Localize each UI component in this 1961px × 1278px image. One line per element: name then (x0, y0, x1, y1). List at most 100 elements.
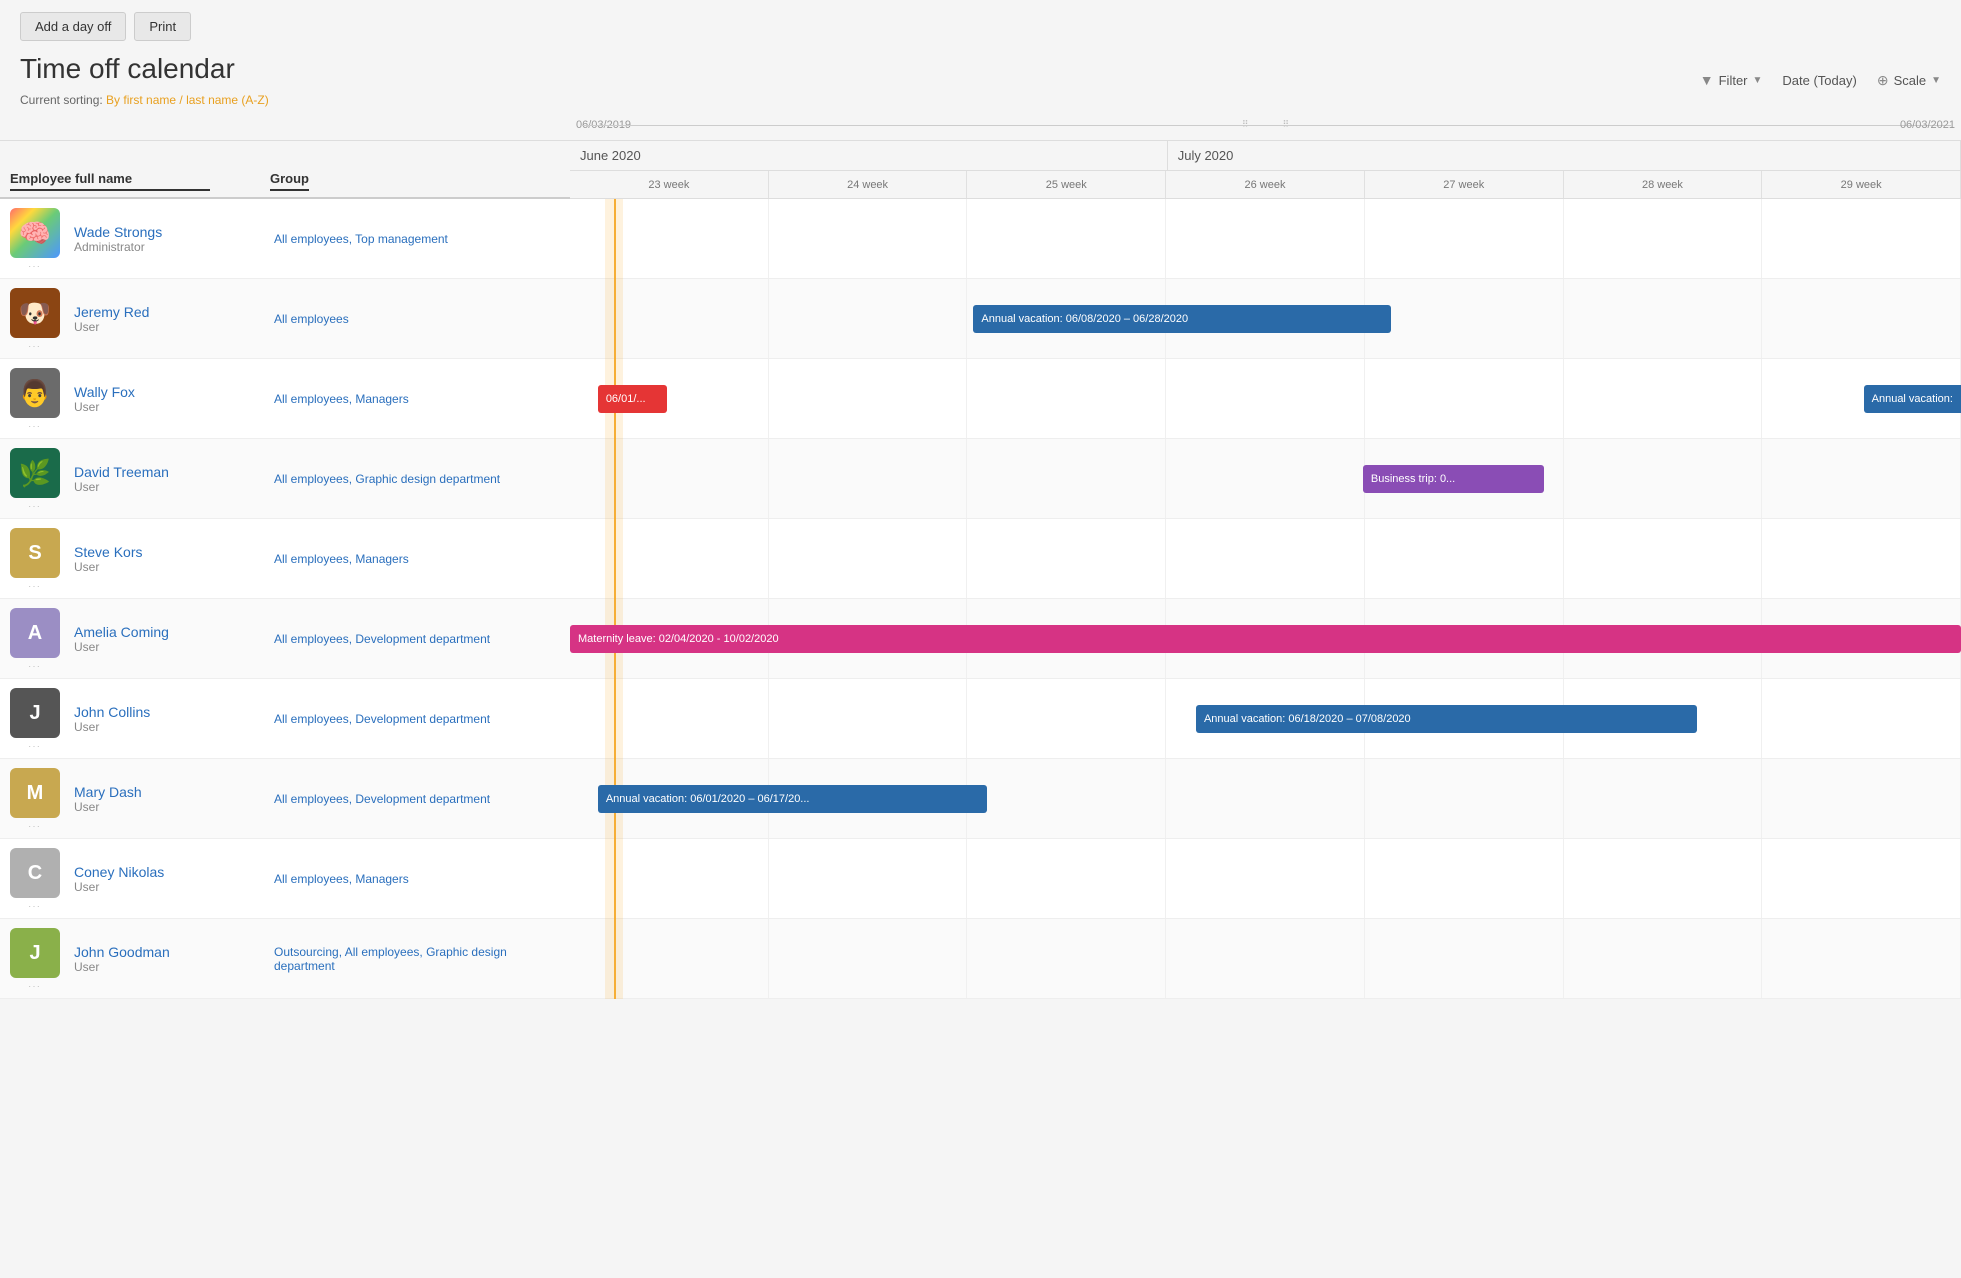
today-line (614, 199, 616, 999)
avatar-dots: ... (10, 260, 60, 269)
timeline-row (570, 839, 1961, 919)
avatar-wrap: 👨... (10, 368, 60, 429)
employee-info: Wally FoxUser (74, 384, 264, 414)
week-col (769, 839, 968, 918)
filter-control[interactable]: ▼ Filter ▼ (1700, 72, 1763, 88)
avatar: C (10, 848, 60, 898)
timeline-row: Maternity leave: 02/04/2020 - 10/02/2020 (570, 599, 1961, 679)
date-range-bar: 06/03/2019 ⠿ ⠿ 06/03/2021 (570, 109, 1961, 141)
event-bar[interactable]: Annual vacation: 06/08/2020 – 06/28/2020 (973, 305, 1390, 333)
sorting-link[interactable]: By first name / last name (A-Z) (106, 93, 269, 107)
avatar-wrap: C... (10, 848, 60, 909)
employee-name[interactable]: Wade Strongs (74, 224, 264, 240)
week-cell: 28 week (1564, 171, 1763, 198)
week-cell: 23 week (570, 171, 769, 198)
avatar-dots: ... (10, 500, 60, 509)
week-cell: 24 week (769, 171, 968, 198)
employee-row: 🐶...Jeremy RedUserAll employees (0, 279, 570, 359)
avatar-wrap: 🐶... (10, 288, 60, 349)
week-col (1564, 919, 1763, 998)
employee-group[interactable]: All employees (274, 312, 524, 326)
avatar: A (10, 608, 60, 658)
week-cell: 29 week (1762, 171, 1961, 198)
employee-name[interactable]: Wally Fox (74, 384, 264, 400)
month-label: July 2020 (1168, 141, 1961, 170)
employee-name[interactable]: Jeremy Red (74, 304, 264, 320)
avatar-dots: ... (10, 580, 60, 589)
employee-name[interactable]: Coney Nikolas (74, 864, 264, 880)
week-col (769, 359, 968, 438)
scale-control[interactable]: ⊕ Scale ▼ (1877, 72, 1941, 89)
week-cell: 25 week (967, 171, 1166, 198)
sorting-bar: Current sorting: By first name / last na… (20, 93, 269, 107)
employee-group[interactable]: All employees, Development department (274, 632, 524, 646)
week-col (570, 199, 769, 278)
event-bar[interactable]: Annual vacation: 06/18/2020 – 07/08/2020 (1196, 705, 1697, 733)
date-label: Date (Today) (1782, 73, 1856, 88)
employee-role: User (74, 400, 264, 414)
week-header: 23 week24 week25 week26 week27 week28 we… (570, 171, 1961, 199)
avatar-wrap: A... (10, 608, 60, 669)
event-bar[interactable]: Maternity leave: 02/04/2020 - 10/02/2020 (570, 625, 1961, 653)
week-col (1166, 199, 1365, 278)
employee-name[interactable]: Mary Dash (74, 784, 264, 800)
week-col (1166, 359, 1365, 438)
week-col (1365, 519, 1564, 598)
date-control[interactable]: Date (Today) (1782, 73, 1856, 88)
sorting-label: Current sorting: (20, 93, 103, 107)
employee-name[interactable]: Steve Kors (74, 544, 264, 560)
event-bar[interactable]: Business trip: 0... (1363, 465, 1544, 493)
week-col (1166, 519, 1365, 598)
employee-group[interactable]: Outsourcing, All employees, Graphic desi… (274, 945, 524, 973)
event-bar[interactable]: 06/01/... (598, 385, 668, 413)
employee-role: User (74, 720, 264, 734)
range-end: 06/03/2021 (1900, 119, 1955, 131)
filter-label: Filter (1719, 73, 1748, 88)
employee-row: S...Steve KorsUserAll employees, Manager… (0, 519, 570, 599)
week-col (1365, 759, 1564, 838)
employee-name[interactable]: John Collins (74, 704, 264, 720)
employee-group[interactable]: All employees, Managers (274, 872, 524, 886)
employee-info: John CollinsUser (74, 704, 264, 734)
week-col (1365, 279, 1564, 358)
week-col (570, 279, 769, 358)
employee-name[interactable]: Amelia Coming (74, 624, 264, 640)
timeline-container: Employee full name Group 🧠... Wade Strong… (0, 109, 1961, 999)
avatar: 🧠 (10, 208, 60, 258)
employee-group[interactable]: All employees, Development department (274, 712, 524, 726)
avatar: 🐶 (10, 288, 60, 338)
employee-group[interactable]: All employees, Managers (274, 552, 524, 566)
employee-group[interactable]: All employees, Top management (274, 232, 524, 246)
column-headers: Employee full name Group (0, 141, 570, 199)
employee-info: Wade StrongsAdministrator (74, 224, 264, 254)
avatar-wrap: J... (10, 928, 60, 989)
employee-group[interactable]: All employees, Managers (274, 392, 524, 406)
timeline-row (570, 199, 1961, 279)
employee-info: Amelia ComingUser (74, 624, 264, 654)
avatar-dots: ... (10, 980, 60, 989)
week-col (1564, 359, 1763, 438)
week-col (1166, 439, 1365, 518)
employee-group[interactable]: All employees, Graphic design department (274, 472, 524, 486)
event-bar[interactable]: Annual vacation: 06/01/2020 – 06/17/20..… (598, 785, 987, 813)
week-cell: 26 week (1166, 171, 1365, 198)
week-col (1365, 199, 1564, 278)
week-col (1564, 759, 1763, 838)
week-col (967, 759, 1166, 838)
add-day-off-button[interactable]: Add a day off (20, 12, 126, 41)
top-controls: ▼ Filter ▼ Date (Today) ⊕ Scale ▼ (1700, 72, 1941, 89)
avatar: J (10, 928, 60, 978)
employee-group[interactable]: All employees, Development department (274, 792, 524, 806)
top-bar: Time off calendar Current sorting: By fi… (0, 53, 1961, 107)
employee-row: J...John CollinsUserAll employees, Devel… (0, 679, 570, 759)
employee-name[interactable]: David Treeman (74, 464, 264, 480)
avatar-dots: ... (10, 340, 60, 349)
employee-name[interactable]: John Goodman (74, 944, 264, 960)
week-col (1762, 839, 1961, 918)
print-button[interactable]: Print (134, 12, 191, 41)
week-col (1365, 919, 1564, 998)
scale-icon: ⊕ (1877, 72, 1889, 89)
avatar: 👨 (10, 368, 60, 418)
scale-label: Scale (1894, 73, 1927, 88)
event-bar[interactable]: Annual vacation: (1864, 385, 1961, 413)
